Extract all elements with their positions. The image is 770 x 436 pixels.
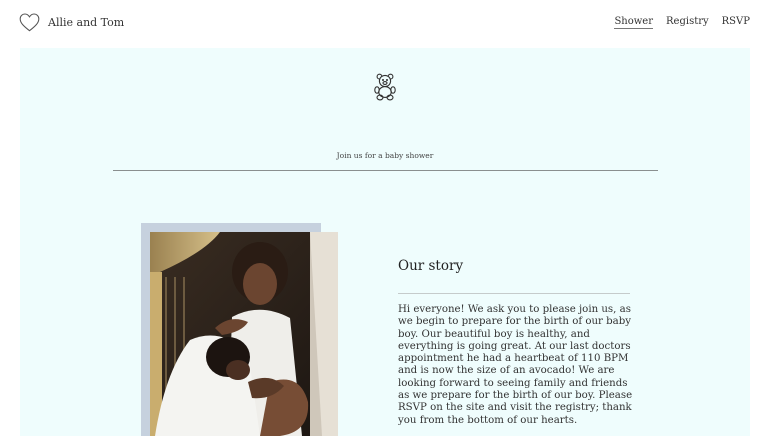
heart-icon xyxy=(19,13,40,32)
nav-shower[interactable]: Shower xyxy=(614,16,654,29)
brand[interactable]: Allie and Tom xyxy=(19,13,124,32)
couple-photo xyxy=(150,232,338,436)
shower-panel: Join us for a baby shower Our story Hi e… xyxy=(20,48,750,436)
story-title: Our story xyxy=(398,258,464,274)
top-bar: Allie and Tom Shower Registry RSVP xyxy=(0,0,770,46)
story-body: Hi everyone! We ask you to please join u… xyxy=(398,304,633,426)
main-nav: Shower Registry RSVP xyxy=(614,16,750,29)
teddy-bear-icon xyxy=(372,73,398,105)
nav-rsvp[interactable]: RSVP xyxy=(722,16,750,29)
story-divider xyxy=(398,293,630,294)
divider xyxy=(113,170,658,171)
brand-name: Allie and Tom xyxy=(48,16,125,29)
tagline: Join us for a baby shower xyxy=(336,151,434,160)
nav-registry[interactable]: Registry xyxy=(666,16,709,29)
